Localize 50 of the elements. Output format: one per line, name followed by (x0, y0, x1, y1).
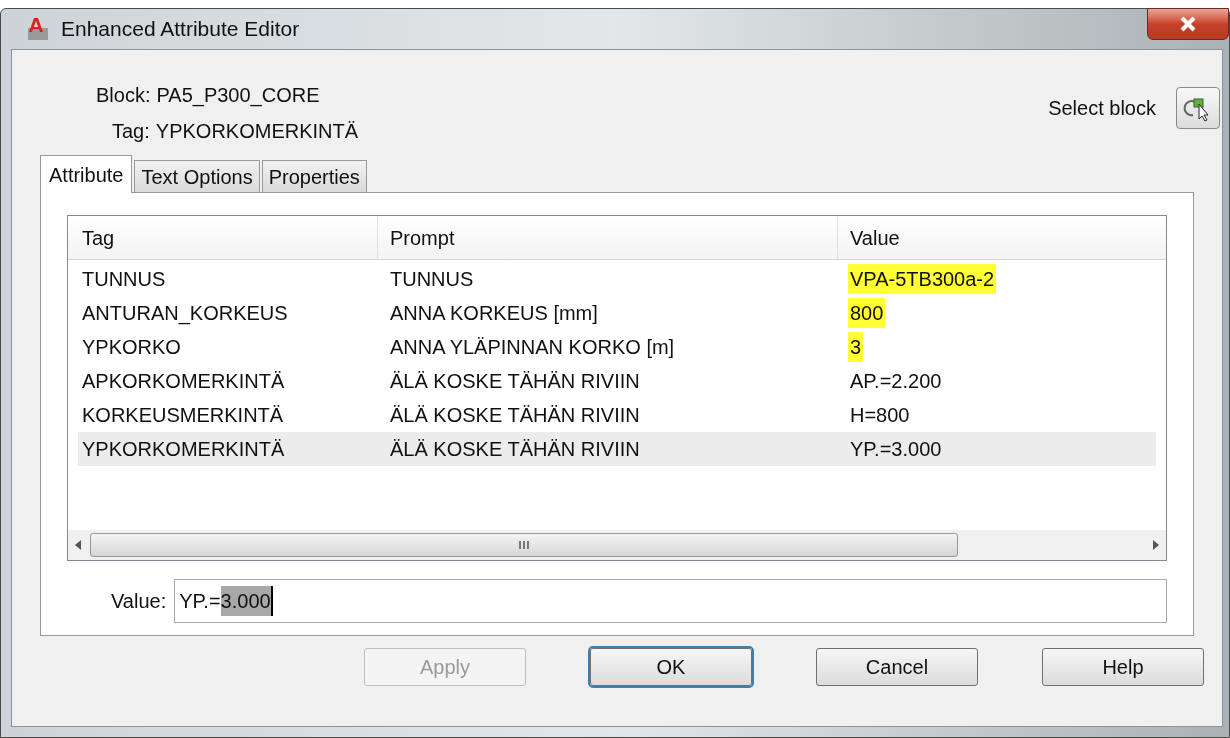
tab[interactable]: Text Options (134, 160, 260, 192)
table-cell-text: KORKEUSMERKINTÄ (81, 403, 285, 428)
table-cell-text: ANTURAN_KORKEUS (81, 301, 289, 327)
table-cell-text: H=800 (850, 403, 910, 428)
value-field[interactable]: YP.=3.000 (174, 579, 1167, 623)
scroll-left-icon (74, 540, 82, 550)
table-cell-text: ANNA KORKEUS [mm] (389, 301, 599, 326)
app-icon (25, 16, 51, 42)
tab[interactable]: Attribute (40, 155, 133, 193)
grip-icon (518, 540, 530, 550)
table-cell-text: ÄLÄ KOSKE TÄHÄN RIVIIN (389, 437, 641, 462)
table-row[interactable]: KORKEUSMERKINTÄ ÄLÄ KOSKE TÄHÄN RIVIIN H=800 (78, 398, 1156, 432)
block-label: Block: (96, 83, 151, 108)
table-row[interactable]: YPKORKO ANNA YLÄPINNAN KORKO [m] 3 (78, 330, 1156, 364)
column-header[interactable]: Prompt (378, 216, 838, 259)
dialog-button[interactable]: Cancel (816, 648, 978, 686)
column-header[interactable]: Value (838, 216, 1166, 259)
scroll-thumb[interactable] (90, 533, 958, 557)
table-cell-text: YPKORKOMERKINTÄ (81, 437, 286, 462)
table-cell-text: ÄLÄ KOSKE TÄHÄN RIVIIN (389, 369, 641, 394)
table-cell-text: YP.=3.000 (850, 437, 942, 462)
dialog-button[interactable]: OK (590, 648, 752, 686)
table-cell-text: ÄLÄ KOSKE TÄHÄN RIVIIN (389, 403, 641, 428)
tag-label: Tag: (112, 119, 150, 144)
tag-name: YPKORKOMERKINTÄ (155, 119, 359, 144)
table-cell: 3 (848, 332, 864, 362)
column-header[interactable]: Tag (68, 216, 378, 259)
table-cell: VPA-5TB300a-2 (848, 264, 997, 294)
table-row[interactable]: YPKORKOMERKINTÄ ÄLÄ KOSKE TÄHÄN RIVIIN YP.=3.000 (78, 432, 1156, 466)
table-cell-text: APKORKOMERKINTÄ (81, 369, 286, 394)
dialog-button[interactable]: Help (1042, 648, 1204, 686)
scroll-right-icon (1152, 540, 1160, 550)
table-cell-text: TUNNUS (81, 267, 167, 292)
table-row[interactable]: TUNNUS TUNNUS VPA-5TB300a-2 (78, 262, 1156, 296)
close-icon (1179, 16, 1197, 32)
window-title: Enhanced Attribute Editor (61, 16, 300, 43)
table-cell-text: ANNA YLÄPINNAN KORKO [m] (389, 335, 676, 360)
table-cell: 800 (848, 298, 886, 328)
tab[interactable]: Properties (261, 160, 367, 192)
table-cell-text: AP.=2.200 (850, 369, 942, 394)
table-cell-text: YPKORKO (81, 335, 182, 360)
select-block-button[interactable] (1176, 87, 1220, 129)
block-name: PA5_P300_CORE (156, 83, 320, 109)
table-row[interactable]: APKORKOMERKINTÄ ÄLÄ KOSKE TÄHÄN RIVIIN AP.=2.200 (78, 364, 1156, 398)
table-row[interactable]: ANTURAN_KORKEUS ANNA KORKEUS [mm] 800 (78, 296, 1156, 330)
select-block-label: Select block (1048, 96, 1156, 121)
value-label: Value: (111, 589, 167, 614)
close-button[interactable] (1147, 8, 1229, 40)
table-cell-text: TUNNUS (389, 267, 475, 292)
horizontal-scrollbar[interactable] (68, 530, 1166, 560)
